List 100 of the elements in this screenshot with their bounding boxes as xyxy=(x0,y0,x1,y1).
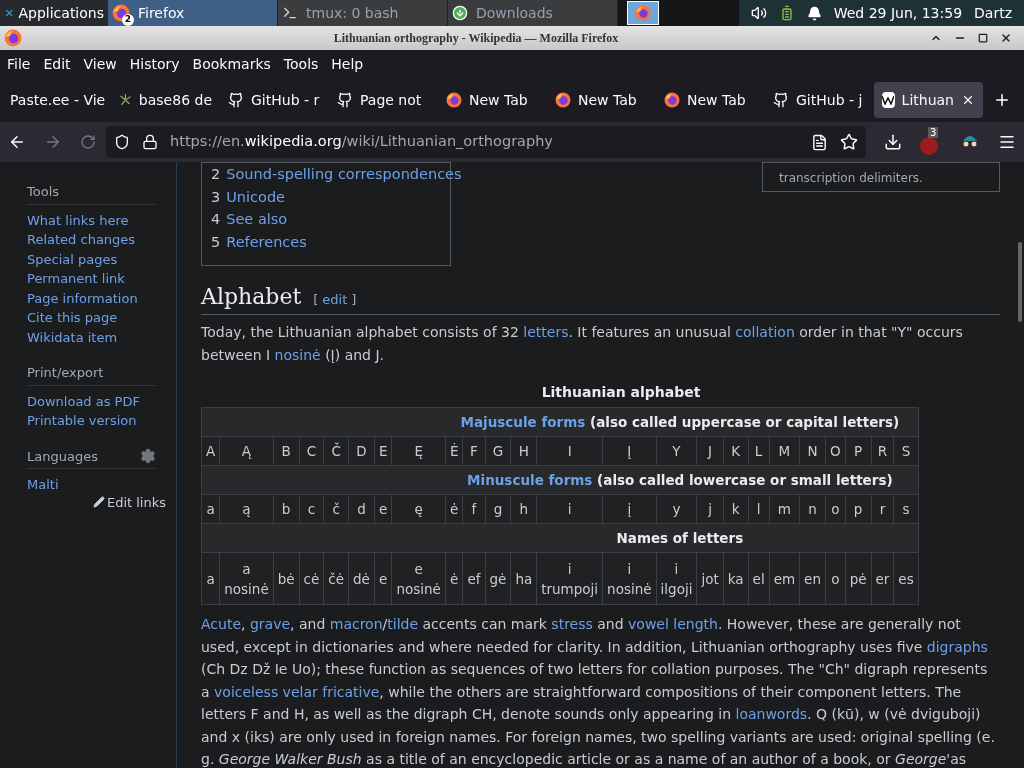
downloads-icon[interactable] xyxy=(884,133,902,151)
firefox-icon xyxy=(446,92,462,108)
menu-icon[interactable] xyxy=(998,133,1016,151)
link[interactable]: Majuscule forms xyxy=(460,413,586,430)
link[interactable]: macron xyxy=(329,616,383,632)
table-cell: e nosinė xyxy=(391,552,446,605)
browser-tab[interactable]: GitHub - j xyxy=(765,82,874,118)
table-cell: Ą xyxy=(219,436,274,466)
toc-link[interactable]: See also xyxy=(226,208,288,231)
sidebar-link[interactable]: Related changes xyxy=(27,230,156,250)
toc-link[interactable]: Unicode xyxy=(226,185,286,208)
user-name[interactable]: Dartz xyxy=(974,2,1012,24)
table-cell: J xyxy=(696,436,724,466)
paragraph: Acute, grave, and macron/tilde accents can mark stress and vowel length. However, these are generally not used, except in dictionaries and where needed for clarity. In addition, Lithuanian orthography uses five digraphs (Ch Dz Dž Ie Uo); these function as sequences of two letters for collation purposes. The "Ch" digraph represents a voiceless velar fricative, while the others are straightforward compositions of their component letters. The letters F and H, as well as the digraph CH, denote sounds only appearing in loanwords. Q (kū), w (vė dviguboji) and x (iks) are only used in foreign names. For foreign names, two spelling variants are used: original spelling (e. g. George Walker Bush as a title of an encyclopedic article or as a name of an author of a book, or George'as xyxy=(201,615,996,768)
table-cell: C xyxy=(299,436,324,466)
firefox-icon xyxy=(664,92,680,108)
link[interactable]: digraphs xyxy=(926,638,988,655)
workspace-button[interactable] xyxy=(627,1,659,25)
table-cell: į xyxy=(602,494,657,524)
task-button[interactable]: Downloads xyxy=(448,0,618,26)
table-cell: Ė xyxy=(445,436,463,466)
clock[interactable]: Wed 29 Jun, 13:59 xyxy=(833,2,963,24)
address-bar[interactable]: https://en.wikipedia.org/wiki/Lithuanian_orthography xyxy=(106,126,866,158)
menu-item[interactable]: Bookmarks xyxy=(192,53,271,75)
table-cell: h xyxy=(510,494,537,524)
table-cell: en xyxy=(799,552,826,605)
link[interactable]: voiceless velar fricative xyxy=(214,683,380,700)
table-cell: a xyxy=(201,494,220,524)
maximize-button[interactable] xyxy=(978,33,988,43)
section-heading: Alphabet xyxy=(201,283,302,311)
table-cell: ef xyxy=(462,552,485,605)
notification-icon[interactable] xyxy=(806,5,822,21)
task-button[interactable]: 2 Firefox xyxy=(108,0,278,26)
browser-tab[interactable]: Paste.ee - Vie xyxy=(2,82,111,118)
edit-link[interactable]: edit xyxy=(322,290,348,310)
menu-item[interactable]: Help xyxy=(331,53,364,75)
link[interactable]: Acute xyxy=(201,616,241,632)
table-cell: y xyxy=(656,494,697,524)
link[interactable]: tilde xyxy=(387,616,419,632)
close-button[interactable] xyxy=(1000,32,1012,44)
link[interactable]: letters xyxy=(523,324,569,340)
back-icon[interactable] xyxy=(8,133,26,151)
new-tab-icon[interactable] xyxy=(993,91,1011,109)
browser-tab[interactable]: base86 de xyxy=(111,82,220,118)
sparkle-icon xyxy=(119,92,132,108)
sidebar-link[interactable]: Malti xyxy=(27,475,156,495)
browser-tab[interactable]: Page not xyxy=(329,82,438,118)
sidebar-link[interactable]: Page information xyxy=(27,288,156,308)
menu-item[interactable]: File xyxy=(7,53,31,75)
sidebar-link[interactable]: Printable version xyxy=(27,411,156,431)
toc-link[interactable]: References xyxy=(226,230,307,253)
sidebar-link[interactable]: Special pages xyxy=(27,249,156,269)
wikipedia-icon xyxy=(882,92,895,108)
link[interactable]: collation xyxy=(735,324,795,340)
scrollbar-thumb[interactable] xyxy=(1018,242,1022,322)
table-cell: L xyxy=(748,436,770,466)
menu-item[interactable]: History xyxy=(129,53,180,75)
sidebar-link[interactable]: Permanent link xyxy=(27,269,156,289)
reload-icon[interactable] xyxy=(80,134,96,150)
browser-tab[interactable]: New Tab xyxy=(547,82,656,118)
toc-number: 4 xyxy=(211,210,221,229)
menu-item[interactable]: View xyxy=(83,53,117,75)
table-cell: K xyxy=(723,436,749,466)
link[interactable]: loanwords xyxy=(735,706,808,722)
firefox-icon xyxy=(555,92,571,108)
sidebar-link[interactable]: Wikidata item xyxy=(27,327,156,347)
reader-view-icon[interactable] xyxy=(811,133,828,151)
sidebar-link[interactable]: Download as PDF xyxy=(27,391,156,411)
toc-link[interactable]: Sound-spelling correspondences xyxy=(226,163,462,186)
table-section-title: Minuscule forms (also called lowercase or small letters) xyxy=(466,470,894,490)
menu-item[interactable]: Tools xyxy=(283,53,319,75)
settings-icon[interactable] xyxy=(140,448,156,465)
table-cell: B xyxy=(273,436,300,466)
table-cell: m xyxy=(769,494,800,524)
sidebar-link[interactable]: What links here xyxy=(27,210,156,230)
table-cell: l xyxy=(748,494,770,524)
browser-tab[interactable]: New Tab xyxy=(438,82,547,118)
table-cell: a xyxy=(201,552,220,605)
table-cell: i ilgoji xyxy=(656,552,697,605)
browser-tab[interactable]: Lithuan xyxy=(874,82,983,118)
link[interactable]: vowel length xyxy=(628,616,718,632)
forward-icon[interactable] xyxy=(44,133,62,151)
link[interactable]: grave xyxy=(249,616,291,632)
link[interactable]: Minuscule forms xyxy=(467,471,593,488)
volume-icon[interactable] xyxy=(750,5,767,21)
bookmark-star-icon[interactable] xyxy=(840,133,858,151)
edit-links-link[interactable]: Edit links xyxy=(92,492,166,512)
link[interactable]: stress xyxy=(551,616,593,632)
applications-menu[interactable]: Applications xyxy=(0,0,108,26)
close-tab-icon[interactable] xyxy=(961,93,975,107)
toc-number: 5 xyxy=(211,232,221,252)
menu-item[interactable]: Edit xyxy=(43,53,71,75)
table-cell: e xyxy=(374,552,392,605)
browser-tab[interactable]: GitHub - r xyxy=(220,82,329,118)
browser-tab[interactable]: New Tab xyxy=(656,82,765,118)
sidebar-link[interactable]: Cite this page xyxy=(27,308,156,328)
table-cell: P xyxy=(845,436,871,466)
link[interactable]: nosinė xyxy=(274,346,321,363)
table-cell: N xyxy=(799,436,826,466)
task-button[interactable]: tmux: 0 bash xyxy=(278,0,448,26)
